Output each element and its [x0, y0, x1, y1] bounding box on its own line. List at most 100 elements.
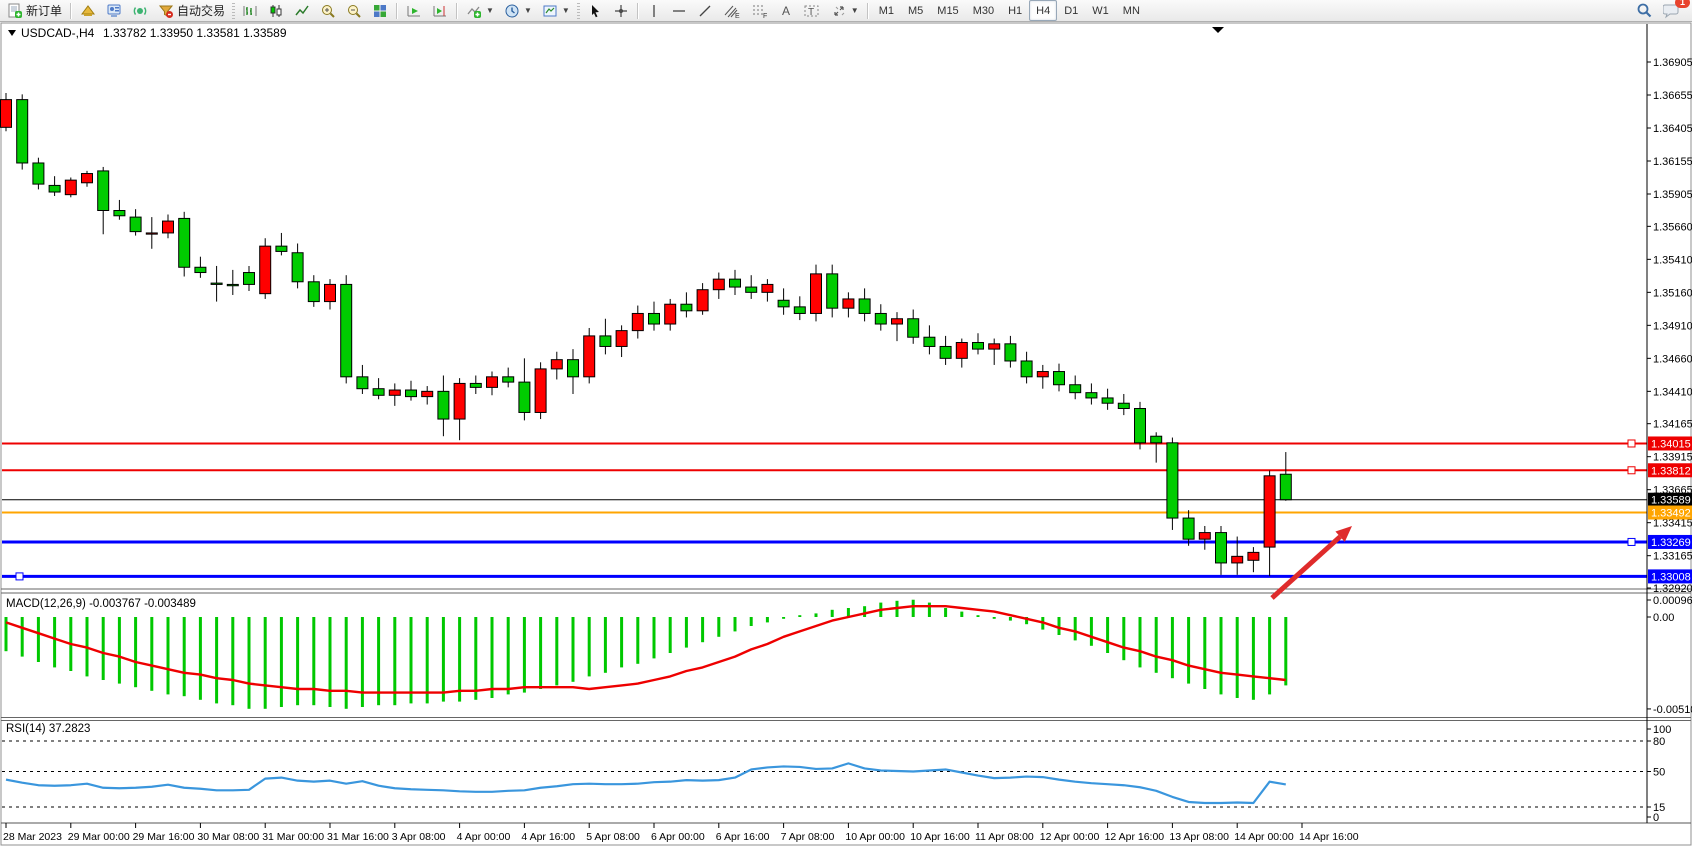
cursor-button[interactable]: [582, 0, 608, 21]
tile-windows-button[interactable]: [367, 0, 393, 21]
chevron-down-icon: ▼: [524, 6, 532, 15]
macd-bar: [1090, 617, 1093, 646]
price-tick-label: 1.35410: [1653, 254, 1692, 266]
timeframe-button-m30[interactable]: M30: [966, 0, 1001, 21]
price-flag-label: 1.34015: [1651, 438, 1691, 450]
time-tick-label: 12 Apr 16:00: [1105, 831, 1165, 843]
notifications-button[interactable]: 1: [1658, 0, 1686, 21]
macd-bar: [555, 617, 558, 685]
macd-bar: [620, 617, 623, 667]
candle: [17, 100, 28, 163]
timeframe-button-m1[interactable]: M1: [872, 0, 901, 21]
candle: [875, 313, 886, 324]
new-order-button[interactable]: 新订单: [2, 0, 67, 21]
time-tick-label: 10 Apr 16:00: [910, 831, 970, 843]
hline-button[interactable]: [666, 0, 692, 21]
macd-bar: [1236, 617, 1239, 698]
candle: [1037, 372, 1048, 377]
timeframe-button-m5[interactable]: M5: [901, 0, 930, 21]
indicators-button[interactable]: ▼: [461, 0, 499, 21]
time-tick-label: 11 Apr 08:00: [975, 831, 1034, 843]
hline-icon: [671, 3, 687, 19]
auto-trading-button[interactable]: 自动交易: [153, 0, 230, 21]
candle: [762, 284, 773, 292]
macd-label: MACD(12,26,9) -0.003767 -0.003489: [6, 598, 196, 610]
candle: [227, 284, 238, 285]
candle: [1167, 443, 1178, 518]
line-handle[interactable]: [1628, 440, 1635, 447]
bar-chart-button[interactable]: [237, 0, 263, 21]
line-handle[interactable]: [16, 573, 23, 580]
macd-bar: [442, 617, 445, 702]
timeframe-button-h4[interactable]: H4: [1029, 0, 1057, 21]
macd-bar: [1220, 617, 1223, 694]
candle: [956, 343, 967, 359]
timeframe-group: M1M5M15M30H1H4D1W1MN: [872, 0, 1147, 21]
macd-bar: [669, 617, 672, 653]
candle: [1183, 518, 1194, 539]
bar-chart-icon: [242, 3, 258, 19]
macd-bar: [1284, 617, 1287, 685]
vline-button[interactable]: [642, 0, 666, 21]
auto-scroll-button[interactable]: [401, 0, 427, 21]
line-chart-button[interactable]: [289, 0, 315, 21]
macd-bar: [701, 617, 704, 642]
candle-chart-button[interactable]: [263, 0, 289, 21]
macd-bar: [264, 617, 267, 709]
candle: [163, 221, 174, 233]
label-button[interactable]: T: [798, 0, 826, 21]
macd-bar: [815, 613, 818, 617]
price-tick-label: 1.35160: [1653, 287, 1692, 299]
trendline-button[interactable]: [692, 0, 718, 21]
macd-bar: [863, 606, 866, 617]
candle: [341, 284, 352, 376]
macd-bar: [1187, 617, 1190, 684]
text-button[interactable]: A: [774, 0, 798, 21]
macd-bar: [167, 617, 170, 694]
candle: [843, 299, 854, 308]
zoom-in-button[interactable]: [315, 0, 341, 21]
zoom-out-button[interactable]: [341, 0, 367, 21]
rsi-tick-label: 0: [1653, 812, 1659, 824]
templates-button[interactable]: ▼: [537, 0, 575, 21]
line-handle[interactable]: [1628, 467, 1635, 474]
macd-bar: [636, 617, 639, 664]
candle: [535, 369, 546, 413]
timeframe-button-h1[interactable]: H1: [1001, 0, 1029, 21]
chevron-down-icon: ▼: [562, 6, 570, 15]
market-watch-button[interactable]: [75, 0, 101, 21]
toolbar-separator: [867, 3, 869, 19]
channel-button[interactable]: E: [718, 0, 746, 21]
new-order-icon: [7, 3, 23, 19]
periods-button[interactable]: ▼: [499, 0, 537, 21]
data-window-button[interactable]: [101, 0, 127, 21]
candle: [1054, 372, 1065, 385]
tile-windows-icon: [372, 3, 388, 19]
candle: [1248, 552, 1259, 560]
candle: [778, 300, 789, 307]
line-handle[interactable]: [1628, 538, 1635, 545]
candle: [1151, 436, 1162, 443]
candle: [292, 253, 303, 282]
label-icon: T: [803, 3, 821, 19]
chart-shift-button[interactable]: [427, 0, 453, 21]
macd-bar: [717, 617, 720, 637]
candle: [325, 284, 336, 301]
toolbar-grip: [577, 3, 580, 19]
time-tick-label: 29 Mar 00:00: [68, 831, 130, 843]
candle: [616, 331, 627, 347]
arrows-button[interactable]: ▼: [826, 0, 864, 21]
chevron-down-icon: ▼: [486, 6, 494, 15]
timeframe-button-m15[interactable]: M15: [930, 0, 965, 21]
timeframe-button-mn[interactable]: MN: [1116, 0, 1147, 21]
price-flag-label: 1.33008: [1651, 571, 1691, 583]
navigator-button[interactable]: [127, 0, 153, 21]
macd-bar: [474, 617, 477, 700]
crosshair-button[interactable]: [608, 0, 634, 21]
search-button[interactable]: [1631, 0, 1658, 21]
timeframe-button-d1[interactable]: D1: [1057, 0, 1085, 21]
fibonacci-button[interactable]: F: [746, 0, 774, 21]
macd-bar: [653, 617, 656, 658]
timeframe-button-w1[interactable]: W1: [1085, 0, 1116, 21]
candle: [568, 360, 579, 377]
